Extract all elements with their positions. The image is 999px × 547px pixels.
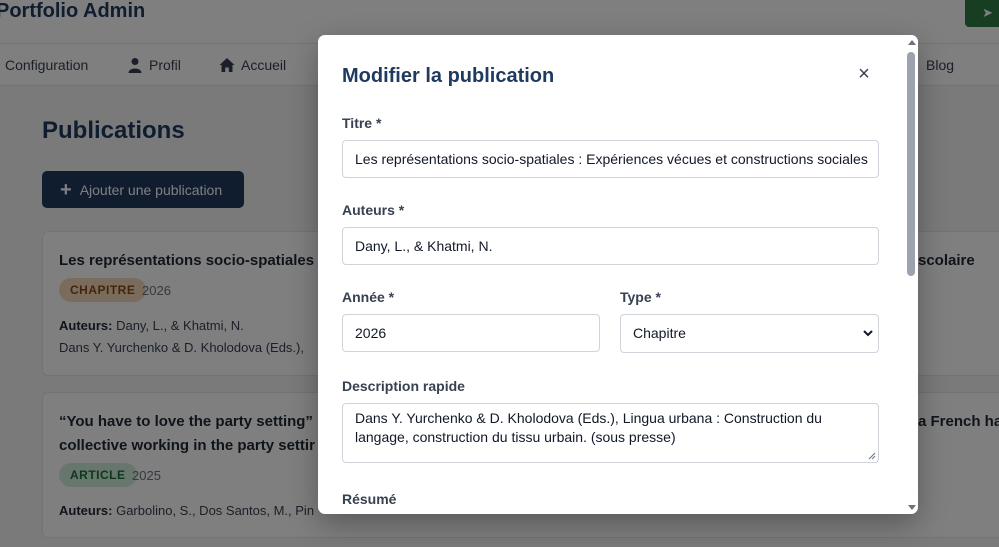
- auteurs-input[interactable]: Dany, L., & Khatmi, N.: [342, 227, 879, 265]
- scroll-thumb[interactable]: [907, 52, 915, 276]
- annee-input[interactable]: 2026: [342, 314, 600, 352]
- titre-label: Titre *: [342, 115, 382, 131]
- annee-label: Année *: [342, 289, 395, 305]
- close-button[interactable]: ×: [854, 63, 874, 85]
- resize-handle-icon[interactable]: [868, 452, 876, 460]
- modal-title: Modifier la publication: [342, 65, 555, 87]
- titre-input[interactable]: Les représentations socio-spatiales : Ex…: [342, 140, 879, 178]
- chevron-down-icon: [863, 330, 873, 337]
- description-textarea[interactable]: Dans Y. Yurchenko & D. Kholodova (Eds.),…: [342, 403, 879, 463]
- scroll-up-arrow-icon[interactable]: [908, 40, 916, 45]
- description-value: Dans Y. Yurchenko & D. Kholodova (Eds.),…: [355, 410, 822, 445]
- type-select-value: Chapitre: [633, 325, 686, 341]
- type-label: Type *: [620, 289, 661, 305]
- type-select[interactable]: Chapitre: [620, 314, 879, 353]
- auteurs-label: Auteurs *: [342, 202, 405, 218]
- scroll-down-arrow-icon[interactable]: [908, 505, 916, 510]
- modal-scrollbar[interactable]: [904, 35, 918, 514]
- description-label: Description rapide: [342, 378, 465, 394]
- resume-label: Résumé: [342, 491, 397, 507]
- edit-publication-modal: Modifier la publication × Titre * Les re…: [318, 35, 918, 514]
